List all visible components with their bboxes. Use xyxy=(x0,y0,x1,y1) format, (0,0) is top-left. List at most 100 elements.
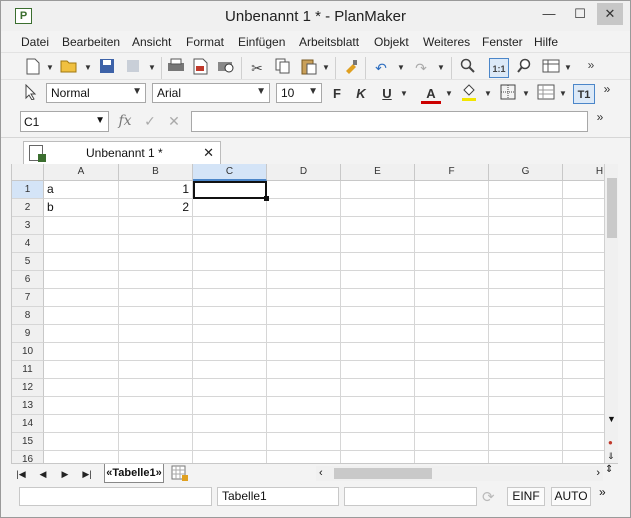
grid-cell[interactable] xyxy=(563,271,604,289)
underline-dropdown-icon[interactable]: ▼ xyxy=(399,84,409,104)
column-header-h[interactable]: H xyxy=(563,164,604,181)
view-options-icon[interactable] xyxy=(541,58,561,78)
borders-dropdown-icon[interactable]: ▼ xyxy=(521,84,531,104)
grid-cell[interactable] xyxy=(415,343,489,361)
export-pdf-icon[interactable] xyxy=(191,58,211,78)
grid-cell[interactable] xyxy=(563,415,604,433)
grid-cell[interactable] xyxy=(563,217,604,235)
row-header-2[interactable]: 2 xyxy=(12,199,44,217)
grid-cell[interactable] xyxy=(415,361,489,379)
grid-cell[interactable] xyxy=(341,289,415,307)
new-dropdown-icon[interactable]: ▼ xyxy=(45,58,55,78)
menu-einfuegen[interactable]: Einfügen xyxy=(238,35,285,49)
fill-color-button[interactable] xyxy=(459,84,479,104)
row-header-4[interactable]: 4 xyxy=(12,235,44,253)
menu-weiteres[interactable]: Weiteres xyxy=(423,35,470,49)
t1-button[interactable]: T1 xyxy=(573,84,595,104)
grid-cell[interactable] xyxy=(44,271,119,289)
redo-icon[interactable]: ↷ xyxy=(411,58,431,78)
column-header-a[interactable]: A xyxy=(44,164,119,181)
grid-cell[interactable] xyxy=(119,361,193,379)
grid-cell[interactable] xyxy=(44,235,119,253)
font-family-select[interactable]: Arial ▼ xyxy=(152,83,270,103)
grid-cell[interactable] xyxy=(44,379,119,397)
grid-cell[interactable] xyxy=(489,307,563,325)
grid-cell[interactable] xyxy=(415,289,489,307)
grid-cell[interactable] xyxy=(193,217,267,235)
grid-cell[interactable] xyxy=(44,289,119,307)
grid-cell[interactable] xyxy=(489,397,563,415)
paste-dropdown-icon[interactable]: ▼ xyxy=(321,58,331,78)
grid-cell[interactable] xyxy=(489,235,563,253)
save-icon[interactable] xyxy=(97,58,117,78)
grid-cell[interactable] xyxy=(415,415,489,433)
grid-cell[interactable] xyxy=(267,271,341,289)
row-header-3[interactable]: 3 xyxy=(12,217,44,235)
grid-cell[interactable] xyxy=(341,433,415,451)
number-format-button[interactable] xyxy=(536,84,556,104)
fill-handle[interactable] xyxy=(264,196,269,201)
undo-icon[interactable]: ↶ xyxy=(371,58,391,78)
grid-cell[interactable] xyxy=(489,217,563,235)
grid-cell[interactable] xyxy=(415,217,489,235)
grid-cell[interactable] xyxy=(563,361,604,379)
paragraph-style-select[interactable]: Normal ▼ xyxy=(46,83,146,103)
grid-cell[interactable] xyxy=(267,451,341,463)
select-all-corner[interactable] xyxy=(12,164,44,181)
previous-sheet-button[interactable]: ◀ xyxy=(33,466,53,482)
calc-mode-indicator[interactable]: AUTO xyxy=(551,487,591,506)
grid-cell[interactable] xyxy=(193,415,267,433)
scroll-left-icon[interactable]: ‹ xyxy=(319,467,323,479)
grid-cell[interactable] xyxy=(44,253,119,271)
row-header-12[interactable]: 12 xyxy=(12,379,44,397)
grid-cell[interactable] xyxy=(341,361,415,379)
grid-cell[interactable] xyxy=(44,307,119,325)
function-button[interactable]: fx xyxy=(115,111,135,132)
grid-cell[interactable] xyxy=(193,343,267,361)
menu-fenster[interactable]: Fenster xyxy=(482,35,523,49)
menu-arbeitsblatt[interactable]: Arbeitsblatt xyxy=(299,35,359,49)
column-header-d[interactable]: D xyxy=(267,164,341,181)
grid-cell[interactable] xyxy=(489,181,563,199)
grid-cell[interactable] xyxy=(563,199,604,217)
grid-cell[interactable] xyxy=(341,343,415,361)
menu-format[interactable]: Format xyxy=(186,35,224,49)
grid-cell[interactable] xyxy=(341,307,415,325)
row-header-15[interactable]: 15 xyxy=(12,433,44,451)
grid-cell[interactable] xyxy=(489,199,563,217)
toolbar-overflow-icon[interactable]: » xyxy=(581,55,601,75)
grid-cell[interactable] xyxy=(489,271,563,289)
italic-button[interactable]: K xyxy=(351,84,371,104)
horizontal-scroll-thumb[interactable] xyxy=(334,468,432,479)
grid-cell[interactable] xyxy=(119,289,193,307)
actual-size-icon[interactable]: 1:1 xyxy=(489,58,509,78)
format-painter-icon[interactable] xyxy=(341,58,361,78)
grid-cell[interactable] xyxy=(341,415,415,433)
view-options-dropdown-icon[interactable]: ▼ xyxy=(563,58,573,78)
grid-cell[interactable] xyxy=(119,343,193,361)
page-down-icon[interactable]: ⇓ xyxy=(607,451,615,462)
new-document-icon[interactable] xyxy=(23,58,43,78)
grid-cell[interactable] xyxy=(415,325,489,343)
active-cell[interactable] xyxy=(193,181,267,199)
grid-cell[interactable] xyxy=(267,379,341,397)
zoom-icon[interactable] xyxy=(514,58,534,78)
grid-cell[interactable] xyxy=(489,433,563,451)
grid-cell[interactable] xyxy=(563,253,604,271)
grid-cell[interactable] xyxy=(341,253,415,271)
grid-cell[interactable] xyxy=(267,343,341,361)
grid-cell[interactable]: 2 xyxy=(119,199,193,217)
grid-cell[interactable]: a xyxy=(44,181,119,199)
grid-cell[interactable] xyxy=(415,433,489,451)
column-header-c[interactable]: C xyxy=(193,164,267,181)
pointer-icon[interactable] xyxy=(21,83,41,104)
grid-cell[interactable] xyxy=(193,271,267,289)
menu-bearbeiten[interactable]: Bearbeiten xyxy=(62,35,120,49)
grid-cell[interactable] xyxy=(267,361,341,379)
print-preview-icon[interactable] xyxy=(216,58,236,78)
grid-cell[interactable] xyxy=(44,397,119,415)
grid-cell[interactable] xyxy=(341,379,415,397)
grid-cell[interactable] xyxy=(119,379,193,397)
grid-cell[interactable] xyxy=(563,451,604,463)
grid-cell[interactable] xyxy=(267,181,341,199)
